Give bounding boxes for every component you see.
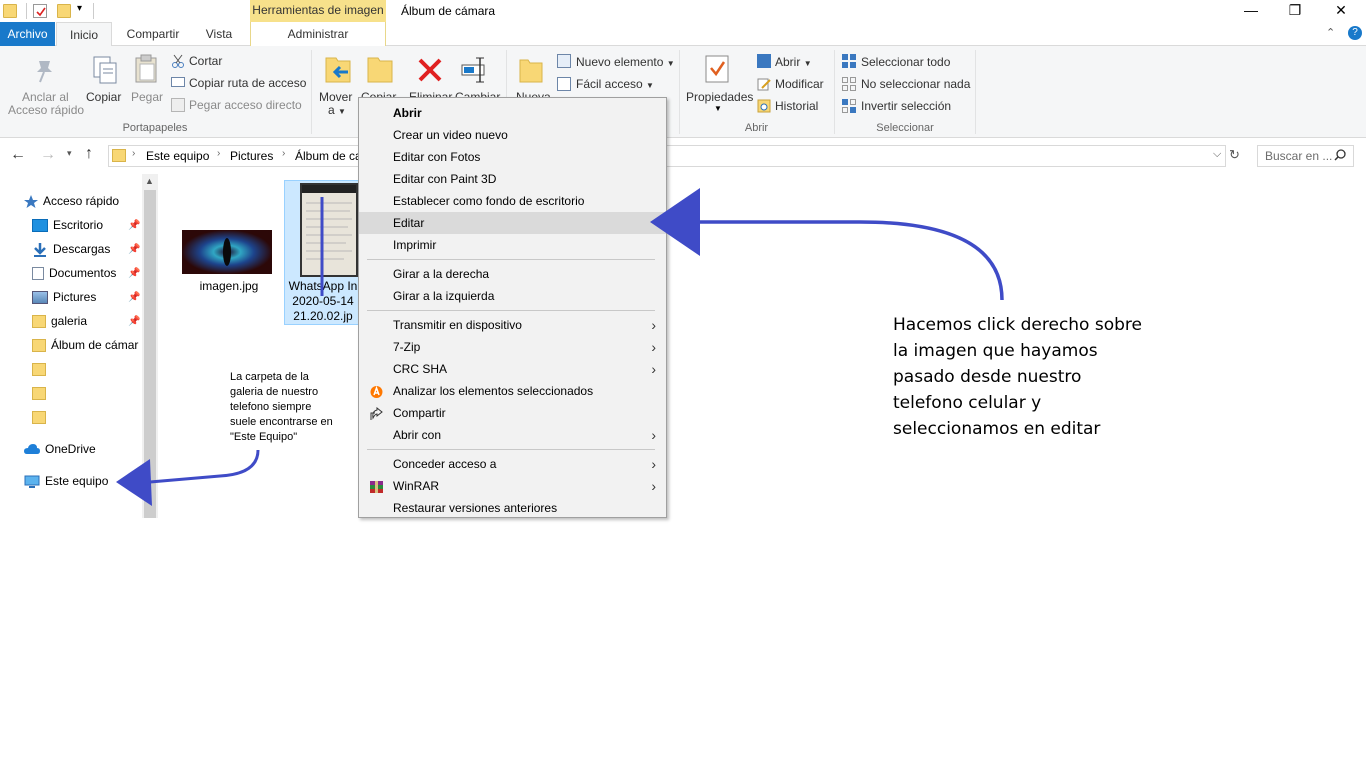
annotation-line: Hacemos click derecho sobre — [893, 315, 1142, 335]
annotation-line: pasado desde nuestro — [893, 367, 1082, 387]
annotation-line: la imagen que hayamos — [893, 341, 1098, 361]
annotation-arrowhead — [650, 188, 700, 256]
annotation-small-text: La carpeta de la galeria de nuestro tele… — [230, 370, 355, 445]
annotation-line: telefono celular y — [893, 393, 1042, 413]
annotation-line: "Este Equipo" — [230, 431, 298, 443]
annotation-line: galeria de nuestro — [230, 386, 319, 398]
annotation-arrow-curve — [700, 220, 1004, 301]
annotation-arrowhead — [116, 459, 152, 506]
annotation-arrow-curve — [149, 449, 260, 484]
annotation-line: suele encontrarse en — [230, 416, 333, 428]
annotation-main-text: Hacemos click derecho sobre la imagen qu… — [893, 312, 1163, 442]
annotation-line: telefono siempre — [230, 401, 312, 413]
annotation-line: seleccionamos en editar — [893, 419, 1101, 439]
annotation-line: La carpeta de la — [230, 371, 309, 383]
